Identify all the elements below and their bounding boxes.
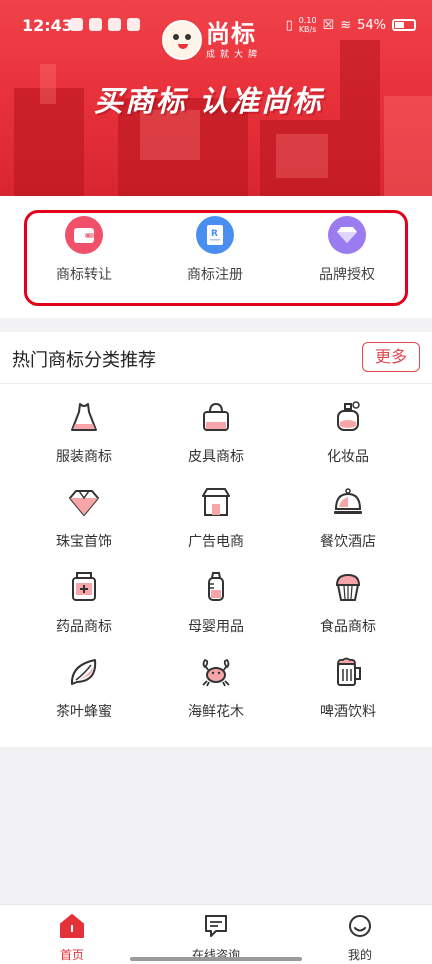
mail-notification-icon — [89, 18, 102, 31]
tab-home[interactable]: 首页 — [22, 913, 122, 963]
banner-building — [14, 88, 84, 196]
category-label: 餐饮酒店 — [320, 534, 376, 550]
wifi-icon: ≋ — [340, 17, 352, 33]
perfume-icon — [337, 401, 360, 431]
category-section: 热门商标分类推荐 更多 服装商标 皮具商标 化妆品 珠宝首饰 广告电商 餐饮酒店… — [0, 332, 432, 747]
service-label: 商标注册 — [187, 267, 243, 283]
wallet-icon — [65, 216, 103, 254]
category-label: 服装商标 — [56, 449, 112, 465]
food-cloche-icon — [334, 488, 362, 514]
service-label: 商标转让 — [56, 267, 112, 283]
banner-flag — [40, 64, 56, 104]
battery-percent: 54% — [357, 17, 386, 33]
notification-icons — [70, 18, 140, 31]
tea-leaf-icon — [70, 659, 97, 685]
category-baby[interactable]: 母婴用品 — [156, 570, 276, 636]
banner-slogan: 买商标 认准尚标 — [94, 84, 324, 118]
registered-document-icon: R — [196, 216, 234, 254]
category-label: 食品商标 — [320, 619, 376, 635]
service-entries: 商标转让 R 商标注册 品牌授权 — [0, 196, 432, 318]
category-medicine[interactable]: 药品商标 — [24, 570, 144, 636]
status-right: ▯ 0.10 KB/s ☒ ≋ 54% — [286, 16, 416, 34]
net-speed-unit: KB/s — [298, 25, 317, 34]
category-label: 啤酒饮料 — [320, 704, 376, 720]
category-jewelry[interactable]: 珠宝首饰 — [24, 485, 144, 551]
logo-main-text: 尚标 — [206, 19, 256, 48]
service-license[interactable]: 品牌授权 — [292, 216, 402, 284]
tab-profile[interactable]: 我的 — [310, 913, 410, 963]
category-header: 热门商标分类推荐 更多 — [0, 332, 432, 384]
service-transfer[interactable]: 商标转让 — [29, 216, 139, 284]
category-beer-drinks[interactable]: 啤酒饮料 — [288, 655, 408, 721]
logo-sub-text: 成就大牌 — [206, 49, 263, 60]
cupcake-icon — [335, 573, 361, 601]
svg-text:R: R — [211, 229, 218, 239]
bottom-tab-bar: 首页 在线咨询 我的 — [0, 904, 432, 964]
brand-logo: 尚标 成就大牌 — [162, 20, 262, 60]
baby-bottle-icon — [208, 572, 224, 601]
storefront-icon — [202, 488, 230, 516]
category-leather[interactable]: 皮具商标 — [156, 400, 276, 466]
category-label: 海鲜花木 — [188, 704, 244, 720]
category-label: 母婴用品 — [188, 619, 244, 635]
banner-tower — [340, 40, 380, 196]
category-label: 皮具商标 — [188, 449, 244, 465]
category-catering[interactable]: 餐饮酒店 — [288, 485, 408, 551]
category-advertising[interactable]: 广告电商 — [156, 485, 276, 551]
home-icon — [60, 914, 84, 938]
category-label: 茶叶蜂蜜 — [56, 704, 112, 720]
category-label: 化妆品 — [327, 449, 369, 465]
net-speed-value: 0.10 — [298, 16, 317, 25]
category-clothing[interactable]: 服装商标 — [24, 400, 144, 466]
net-speed: 0.10 KB/s — [299, 16, 317, 34]
tab-label: 首页 — [59, 948, 84, 962]
category-title: 热门商标分类推荐 — [12, 350, 156, 371]
elephant-mascot-icon — [162, 20, 202, 60]
category-cosmetics[interactable]: 化妆品 — [288, 400, 408, 466]
profile-icon — [349, 915, 371, 937]
tab-online-consult[interactable]: 在线咨询 — [166, 913, 266, 963]
crab-icon — [202, 658, 230, 687]
status-time: 12:43 — [22, 16, 73, 35]
banner-building — [384, 96, 432, 196]
handbag-icon — [203, 402, 229, 431]
tab-label: 我的 — [347, 948, 372, 962]
home-indicator[interactable] — [130, 957, 302, 961]
category-label: 药品商标 — [56, 619, 112, 635]
service-register[interactable]: R 商标注册 — [160, 216, 270, 284]
category-seafood-plants[interactable]: 海鲜花木 — [156, 655, 276, 721]
category-tea-honey[interactable]: 茶叶蜂蜜 — [24, 655, 144, 721]
medicine-bottle-icon — [72, 572, 96, 601]
dress-icon — [71, 403, 97, 431]
chat-icon — [205, 915, 227, 937]
category-food[interactable]: 食品商标 — [288, 570, 408, 636]
gem-icon — [69, 490, 99, 516]
category-label: 珠宝首饰 — [56, 534, 112, 550]
banner[interactable]: 12:43 ▯ 0.10 KB/s ☒ ≋ 54% 尚标 成就大牌 买商标 认准… — [0, 0, 432, 196]
app-notification-icon — [70, 18, 83, 31]
app-notification-icon — [108, 18, 121, 31]
app-notification-icon — [127, 18, 140, 31]
service-label: 品牌授权 — [319, 267, 375, 283]
vibrate-icon: ▯ — [285, 17, 293, 33]
category-label: 广告电商 — [188, 534, 244, 550]
banner-frame — [276, 134, 328, 178]
beer-mug-icon — [337, 657, 361, 686]
diamond-icon — [328, 216, 366, 254]
no-sim-icon: ☒ — [322, 17, 335, 33]
more-button[interactable]: 更多 — [362, 342, 420, 372]
battery-icon — [392, 19, 416, 31]
